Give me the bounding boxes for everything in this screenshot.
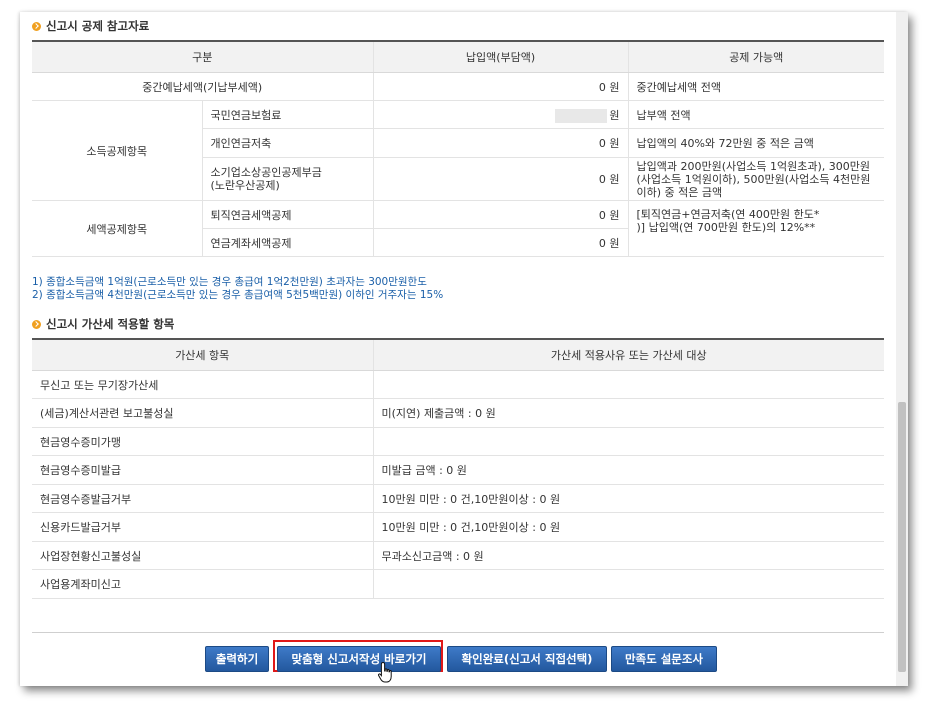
penalty-item: 신용카드발급거부: [32, 512, 373, 542]
footnote-1: 1) 종합소득금액 1억원(근로소득만 있는 경우 총급여 1억2천만원) 초과…: [32, 276, 427, 288]
row-amount: 0 원: [372, 200, 628, 229]
action-buttons: 출력하기 맞춤형 신고서작성 바로가기 확인완료(신고서 직접선택) 만족도 설…: [32, 632, 884, 686]
row-amount: 0 원: [372, 128, 628, 158]
deduction-table: 구분 납입액(부담액) 공제 가능액 중간예납세액(기납부세액) 0 원 중간예…: [32, 40, 884, 257]
print-button[interactable]: 출력하기: [205, 646, 269, 672]
header-deductible: 공제 가능액: [627, 41, 884, 73]
penalty-item: 현금영수증미발급: [32, 455, 373, 485]
interim-deductible: 중간예납세액 전액: [627, 72, 884, 101]
tax-deductible: [퇴직연금+연금저축(연 400만원 한도* )] 납입액(연 700만원 한도…: [627, 200, 884, 257]
penalty-detail: 무과소신고금액 : 0 원: [372, 541, 884, 570]
row-amount: 원: [372, 100, 628, 129]
table-row: 현금영수증미발급 미발급 금액 : 0 원: [32, 455, 884, 485]
table-row: 신용카드발급거부 10만원 미만 : 0 건,10만원이상 : 0 원: [32, 512, 884, 542]
table-row: 중간예납세액(기납부세액) 0 원 중간예납세액 전액: [32, 72, 884, 101]
scrollbar-thumb[interactable]: [898, 402, 906, 672]
row-deductible: 납입액과 200만원(사업소득 1억원초과), 300만원 (사업소득 1억원이…: [627, 157, 884, 201]
penalty-item: 현금영수증발급거부: [32, 484, 373, 513]
row-deductible: 납입액의 40%와 72만원 중 적은 금액: [627, 128, 884, 158]
vertical-scrollbar[interactable]: [896, 12, 908, 686]
footnote-2: 2) 종합소득금액 4천만원(근로소득만 있는 경우 총급여액 5천5백만원) …: [32, 289, 444, 301]
penalty-detail: 10만원 미만 : 0 건,10만원이상 : 0 원: [372, 512, 884, 542]
deduction-section-title: 신고시 공제 참고자료: [32, 18, 149, 34]
masked-value: [555, 108, 608, 123]
penalty-detail: [372, 370, 884, 399]
table-row: 세액공제항목 퇴직연금세액공제 0 원 [퇴직연금+연금저축(연 400만원 한…: [32, 200, 884, 257]
custom-form-button[interactable]: 맞춤형 신고서작성 바로가기: [277, 646, 441, 672]
penalty-section-title: 신고시 가산세 적용할 항목: [32, 316, 174, 332]
footnotes: 1) 종합소득금액 1억원(근로소득만 있는 경우 총급여 1억2천만원) 초과…: [32, 276, 443, 302]
penalty-detail: 10만원 미만 : 0 건,10만원이상 : 0 원: [372, 484, 884, 513]
table-row: 소득공제항목 국민연금보험료 원 납부액 전액: [32, 100, 884, 201]
row-item: 연금계좌세액공제: [201, 228, 373, 257]
income-group-label: 소득공제항목: [32, 100, 202, 201]
table-row: 현금영수증발급거부 10만원 미만 : 0 건,10만원이상 : 0 원: [32, 484, 884, 513]
interim-amount: 0 원: [372, 72, 628, 101]
interim-label: 중간예납세액(기납부세액): [32, 72, 373, 101]
table-row: (세금)계산서관련 보고불성실 미(지연) 제출금액 : 0 원: [32, 398, 884, 428]
penalty-detail: 미(지연) 제출금액 : 0 원: [372, 398, 884, 428]
row-amount: 0 원: [372, 157, 628, 201]
row-item: 개인연금저축: [201, 128, 373, 158]
penalty-detail: 미발급 금액 : 0 원: [372, 455, 884, 485]
header-penalty-item: 가산세 항목: [32, 339, 373, 371]
penalty-item: 사업장현황신고불성실: [32, 541, 373, 570]
penalty-item: 사업용계좌미신고: [32, 569, 373, 599]
header-penalty-detail: 가산세 적용사유 또는 가산세 대상: [372, 339, 884, 371]
table-row: 사업장현황신고불성실 무과소신고금액 : 0 원: [32, 541, 884, 570]
penalty-item: 현금영수증미가맹: [32, 427, 373, 456]
penalty-table: 가산세 항목 가산세 적용사유 또는 가산세 대상 무신고 또는 무기장가산세 …: [32, 338, 884, 599]
penalty-detail: [372, 569, 884, 599]
penalty-item: 무신고 또는 무기장가산세: [32, 370, 373, 399]
row-item: 퇴직연금세액공제: [201, 200, 373, 229]
confirm-button[interactable]: 확인완료(신고서 직접선택): [447, 646, 607, 672]
penalty-detail: [372, 427, 884, 456]
table-row: 무신고 또는 무기장가산세: [32, 370, 884, 399]
row-item: 국민연금보험료: [201, 100, 373, 129]
tax-group-label: 세액공제항목: [32, 200, 202, 257]
row-amount: 0 원: [372, 228, 628, 257]
bullet-arrow-icon: [32, 22, 41, 31]
header-category: 구분: [32, 41, 373, 73]
header-amount: 납입액(부담액): [372, 41, 628, 73]
row-deductible: 납부액 전액: [627, 100, 884, 129]
table-row: 사업용계좌미신고: [32, 569, 884, 599]
penalty-item: (세금)계산서관련 보고불성실: [32, 398, 373, 428]
hand-cursor-icon: [377, 661, 392, 683]
bullet-arrow-icon: [32, 320, 41, 329]
row-item: 소기업소상공인공제부금 (노란우산공제): [201, 157, 373, 201]
table-row: 현금영수증미가맹: [32, 427, 884, 456]
survey-button[interactable]: 만족도 설문조사: [611, 646, 717, 672]
page-content: 신고시 공제 참고자료 구분 납입액(부담액) 공제 가능액 중간예납세액(기납…: [32, 12, 884, 686]
browser-window: 신고시 공제 참고자료 구분 납입액(부담액) 공제 가능액 중간예납세액(기납…: [20, 12, 908, 686]
